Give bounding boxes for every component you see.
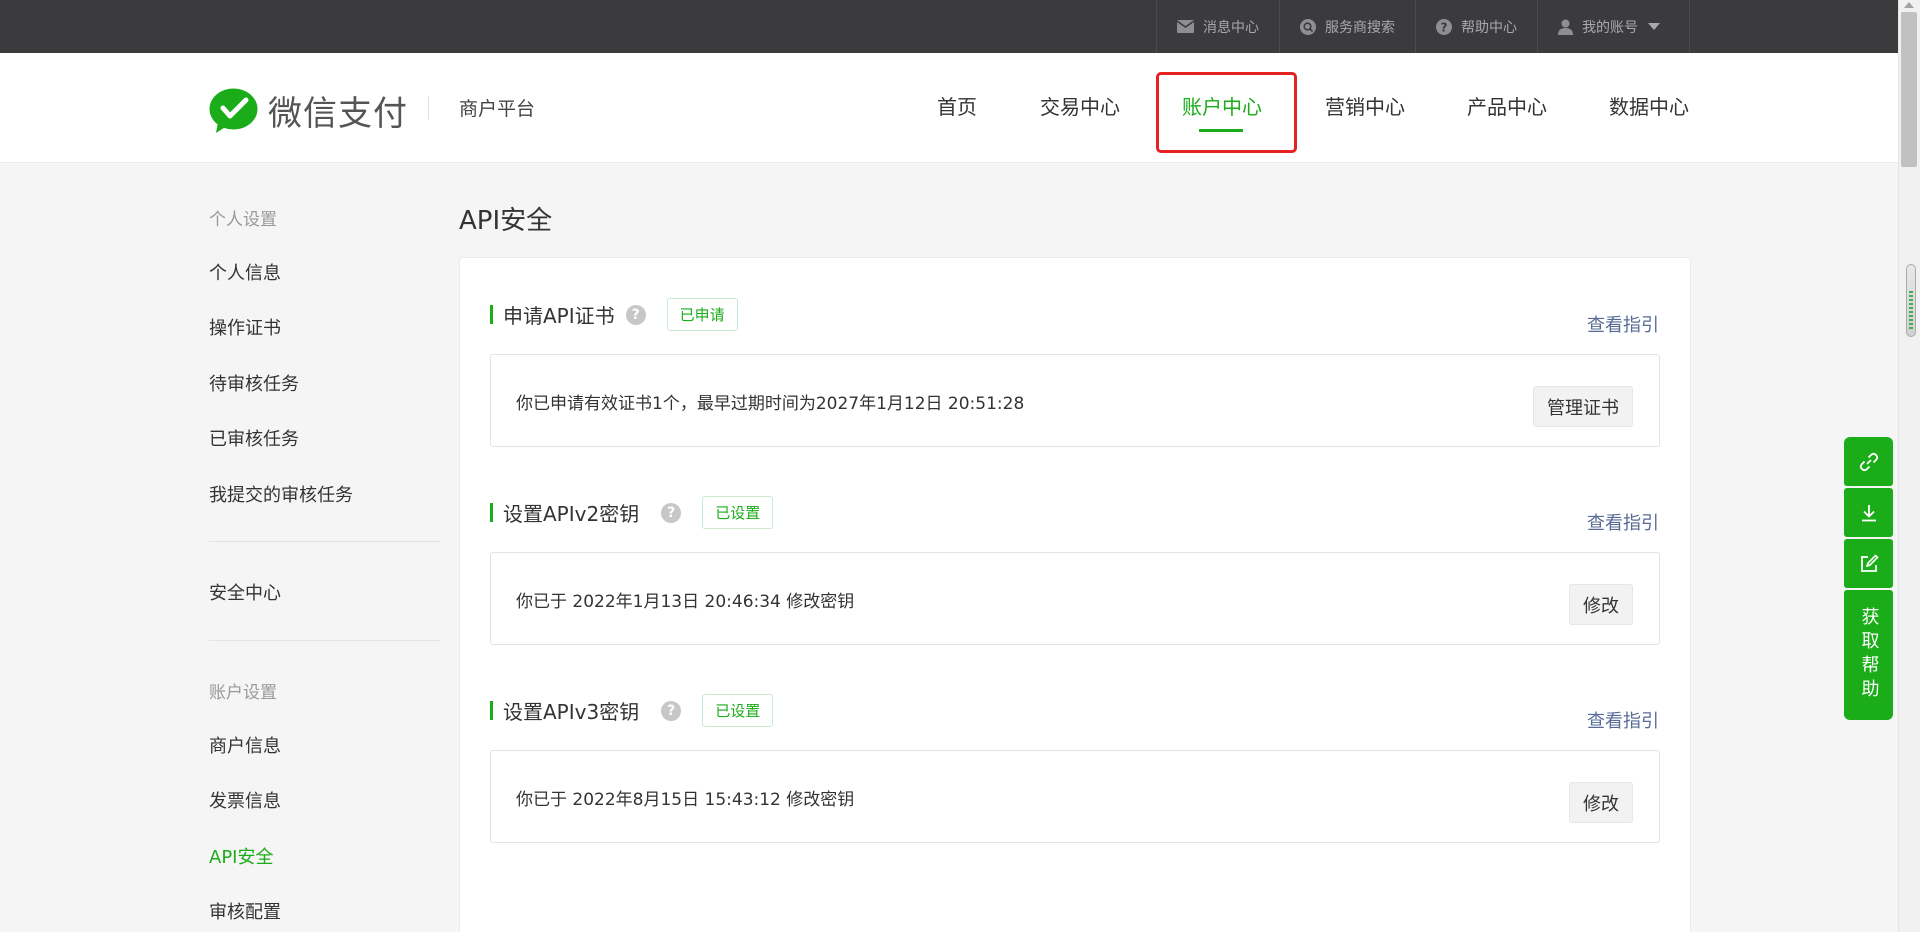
float-download-button[interactable] xyxy=(1844,488,1893,537)
status-badge-set-v3: 已设置 xyxy=(702,694,774,727)
top-link-provider-search[interactable]: 服务商搜索 xyxy=(1279,0,1415,53)
info-box-api-cert: 你已申请有效证书1个，最早过期时间为2027年1月12日 20:51:28 管理… xyxy=(490,354,1660,447)
sidebar-group-personal: 个人设置 xyxy=(209,210,277,230)
wechat-pay-logo-icon xyxy=(209,88,258,133)
nav-product-center[interactable]: 产品中心 xyxy=(1467,91,1547,120)
section-apiv2-title: 设置APIv2密钥 ? 已设置 xyxy=(490,496,774,529)
sidebar-item-api-security[interactable]: API安全 xyxy=(209,843,273,869)
sidebar-item-review-config[interactable]: 审核配置 xyxy=(209,898,281,924)
section-api-cert-title: 申请API证书 ? 已申请 xyxy=(490,298,738,331)
section-apiv2-label: 设置APIv2密钥 xyxy=(503,502,640,526)
section-accent-bar xyxy=(490,305,493,324)
top-link-help-center[interactable]: ? 帮助中心 xyxy=(1415,0,1537,53)
top-link-help-center-label: 帮助中心 xyxy=(1461,19,1517,36)
edit-icon xyxy=(1860,553,1879,572)
nav-data-center[interactable]: 数据中心 xyxy=(1609,91,1689,120)
section-apiv3-label: 设置APIv3密钥 xyxy=(503,700,640,724)
info-text-api-cert: 你已申请有效证书1个，最早过期时间为2027年1月12日 20:51:28 xyxy=(516,394,1025,414)
float-toolbar: 获取帮助 xyxy=(1844,437,1893,720)
caret-down-icon xyxy=(1648,23,1660,30)
top-link-my-account[interactable]: 我的账号 xyxy=(1537,0,1690,53)
float-edit-button[interactable] xyxy=(1844,539,1893,588)
sidebar-item-security-center[interactable]: 安全中心 xyxy=(209,579,281,605)
top-link-messages[interactable]: 消息中心 xyxy=(1156,0,1279,53)
status-badge-set-v2: 已设置 xyxy=(702,496,774,529)
nav-transaction-center[interactable]: 交易中心 xyxy=(1040,91,1120,120)
section-accent-bar xyxy=(490,701,493,720)
sidebar-group-account: 账户设置 xyxy=(209,683,277,703)
guide-link-apiv3[interactable]: 查看指引 xyxy=(1587,707,1659,733)
wechat-pay-logo[interactable]: 微信支付 xyxy=(209,86,408,135)
info-text-apiv2: 你已于 2022年1月13日 20:46:34 修改密钥 xyxy=(516,592,855,612)
svg-text:?: ? xyxy=(1441,20,1448,34)
section-accent-bar xyxy=(490,503,493,522)
help-question-icon[interactable]: ? xyxy=(661,700,682,721)
logo-text: 微信支付 xyxy=(268,94,408,134)
download-icon xyxy=(1861,504,1876,521)
user-icon xyxy=(1558,19,1573,35)
sidebar-item-personal-info[interactable]: 个人信息 xyxy=(209,259,281,285)
sidebar-item-my-submitted[interactable]: 我提交的审核任务 xyxy=(209,481,353,507)
info-box-apiv3: 你已于 2022年8月15日 15:43:12 修改密钥 修改 xyxy=(490,750,1660,843)
guide-link-apiv2[interactable]: 查看指引 xyxy=(1587,509,1659,535)
mini-scroll-widget[interactable] xyxy=(1906,264,1916,337)
page-title: API安全 xyxy=(459,206,553,236)
platform-name: 商户平台 xyxy=(459,98,536,120)
top-link-provider-search-label: 服务商搜索 xyxy=(1325,19,1395,36)
search-icon xyxy=(1300,18,1316,35)
logo-divider xyxy=(428,96,429,120)
manage-cert-button[interactable]: 管理证书 xyxy=(1533,386,1633,427)
header: 微信支付 商户平台 首页 交易中心 账户中心 营销中心 产品中心 数据中心 xyxy=(0,53,1898,163)
top-link-messages-label: 消息中心 xyxy=(1203,19,1259,36)
sidebar-divider xyxy=(209,640,441,641)
top-link-my-account-label: 我的账号 xyxy=(1582,19,1638,36)
link-icon xyxy=(1859,452,1878,471)
guide-link-api-cert[interactable]: 查看指引 xyxy=(1587,311,1659,337)
info-box-apiv2: 你已于 2022年1月13日 20:46:34 修改密钥 修改 xyxy=(490,552,1660,645)
help-question-icon[interactable]: ? xyxy=(661,502,682,523)
modify-apiv2-button[interactable]: 修改 xyxy=(1569,584,1633,625)
info-text-apiv3: 你已于 2022年8月15日 15:43:12 修改密钥 xyxy=(516,790,855,810)
question-icon: ? xyxy=(1436,18,1452,35)
float-get-help-button[interactable]: 获取帮助 xyxy=(1844,590,1893,720)
nav-home[interactable]: 首页 xyxy=(937,91,977,120)
nav-marketing-center[interactable]: 营销中心 xyxy=(1325,91,1405,120)
float-link-button[interactable] xyxy=(1844,437,1893,486)
sidebar-divider xyxy=(209,541,441,542)
sidebar-item-pending-review[interactable]: 待审核任务 xyxy=(209,370,299,396)
sidebar-item-merchant-info[interactable]: 商户信息 xyxy=(209,732,281,758)
mail-icon xyxy=(1177,20,1194,33)
sidebar-item-reviewed[interactable]: 已审核任务 xyxy=(209,425,299,451)
top-links: 消息中心 服务商搜索 ? 帮助中心 我的账号 xyxy=(1156,0,1690,53)
help-question-icon[interactable]: ? xyxy=(625,304,646,325)
sidebar-item-invoice-info[interactable]: 发票信息 xyxy=(209,787,281,813)
scroll-up-arrow-icon[interactable] xyxy=(1904,2,1914,8)
scrollbar-thumb[interactable] xyxy=(1901,12,1917,167)
modify-apiv3-button[interactable]: 修改 xyxy=(1569,782,1633,823)
top-bar: 消息中心 服务商搜索 ? 帮助中心 我的账号 xyxy=(0,0,1898,53)
sidebar-item-operation-cert[interactable]: 操作证书 xyxy=(209,314,281,340)
status-badge-applied: 已申请 xyxy=(666,298,738,331)
section-apiv3-title: 设置APIv3密钥 ? 已设置 xyxy=(490,694,774,727)
highlight-box-account-center xyxy=(1156,72,1297,153)
section-api-cert-label: 申请API证书 xyxy=(503,304,615,328)
